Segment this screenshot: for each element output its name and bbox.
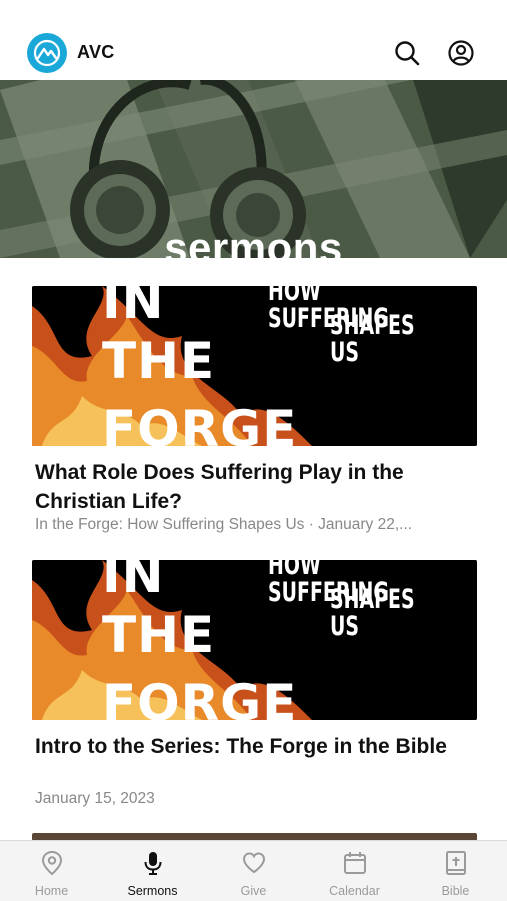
artwork-subtitle-line: SHAPES US xyxy=(330,584,415,642)
artwork-title-line: FORGE xyxy=(102,674,298,720)
artwork-title-line: THE xyxy=(102,332,216,390)
sermon-title[interactable]: Intro to the Series: The Forge in the Bi… xyxy=(35,732,475,761)
sermon-meta: January 15, 2023 xyxy=(35,790,155,807)
tab-label: Home xyxy=(34,884,69,898)
tab-give[interactable]: Give xyxy=(203,841,304,901)
tab-calendar[interactable]: Calendar xyxy=(304,841,405,901)
sermon-artwork[interactable]: IN THE FORGE HOW SUFFERING SHAPES US xyxy=(32,286,477,446)
microphone-icon xyxy=(144,852,162,875)
tab-sermons[interactable]: Sermons xyxy=(102,841,203,901)
artwork-title-line: IN xyxy=(102,560,165,604)
search-icon[interactable] xyxy=(392,38,422,68)
hero-banner: sermons xyxy=(0,80,507,258)
artwork-subtitle-line: SHAPES US xyxy=(330,310,415,368)
tab-label: Give xyxy=(240,884,267,898)
artwork-title-line: THE xyxy=(102,606,216,664)
location-pin-icon xyxy=(41,850,63,876)
tab-home[interactable]: Home xyxy=(1,841,102,901)
avc-logo-icon[interactable] xyxy=(27,33,67,73)
heart-icon xyxy=(242,852,266,874)
tab-label: Bible xyxy=(441,884,470,898)
sermon-meta: In the Forge: How Suffering Shapes Us · … xyxy=(35,516,413,533)
bible-icon xyxy=(446,851,466,875)
artwork-title-line: IN xyxy=(102,286,165,330)
status-bar xyxy=(0,0,507,22)
bottom-tab-bar: Home Sermons Give Calendar Bible xyxy=(0,840,507,901)
account-icon[interactable] xyxy=(446,38,476,68)
sermon-title[interactable]: What Role Does Suffering Play in the Chr… xyxy=(35,458,475,516)
sermon-artwork[interactable]: IN THE FORGE HOW SUFFERING SHAPES US xyxy=(32,560,477,720)
tab-label: Calendar xyxy=(329,884,380,898)
hero-title: sermons xyxy=(164,224,343,258)
top-bar: AVC xyxy=(0,22,507,80)
tab-bible[interactable]: Bible xyxy=(405,841,506,901)
tab-label: Sermons xyxy=(127,884,178,898)
calendar-icon xyxy=(344,852,366,874)
artwork-title-line: FORGE xyxy=(102,400,298,446)
brand-name: AVC xyxy=(77,42,115,62)
